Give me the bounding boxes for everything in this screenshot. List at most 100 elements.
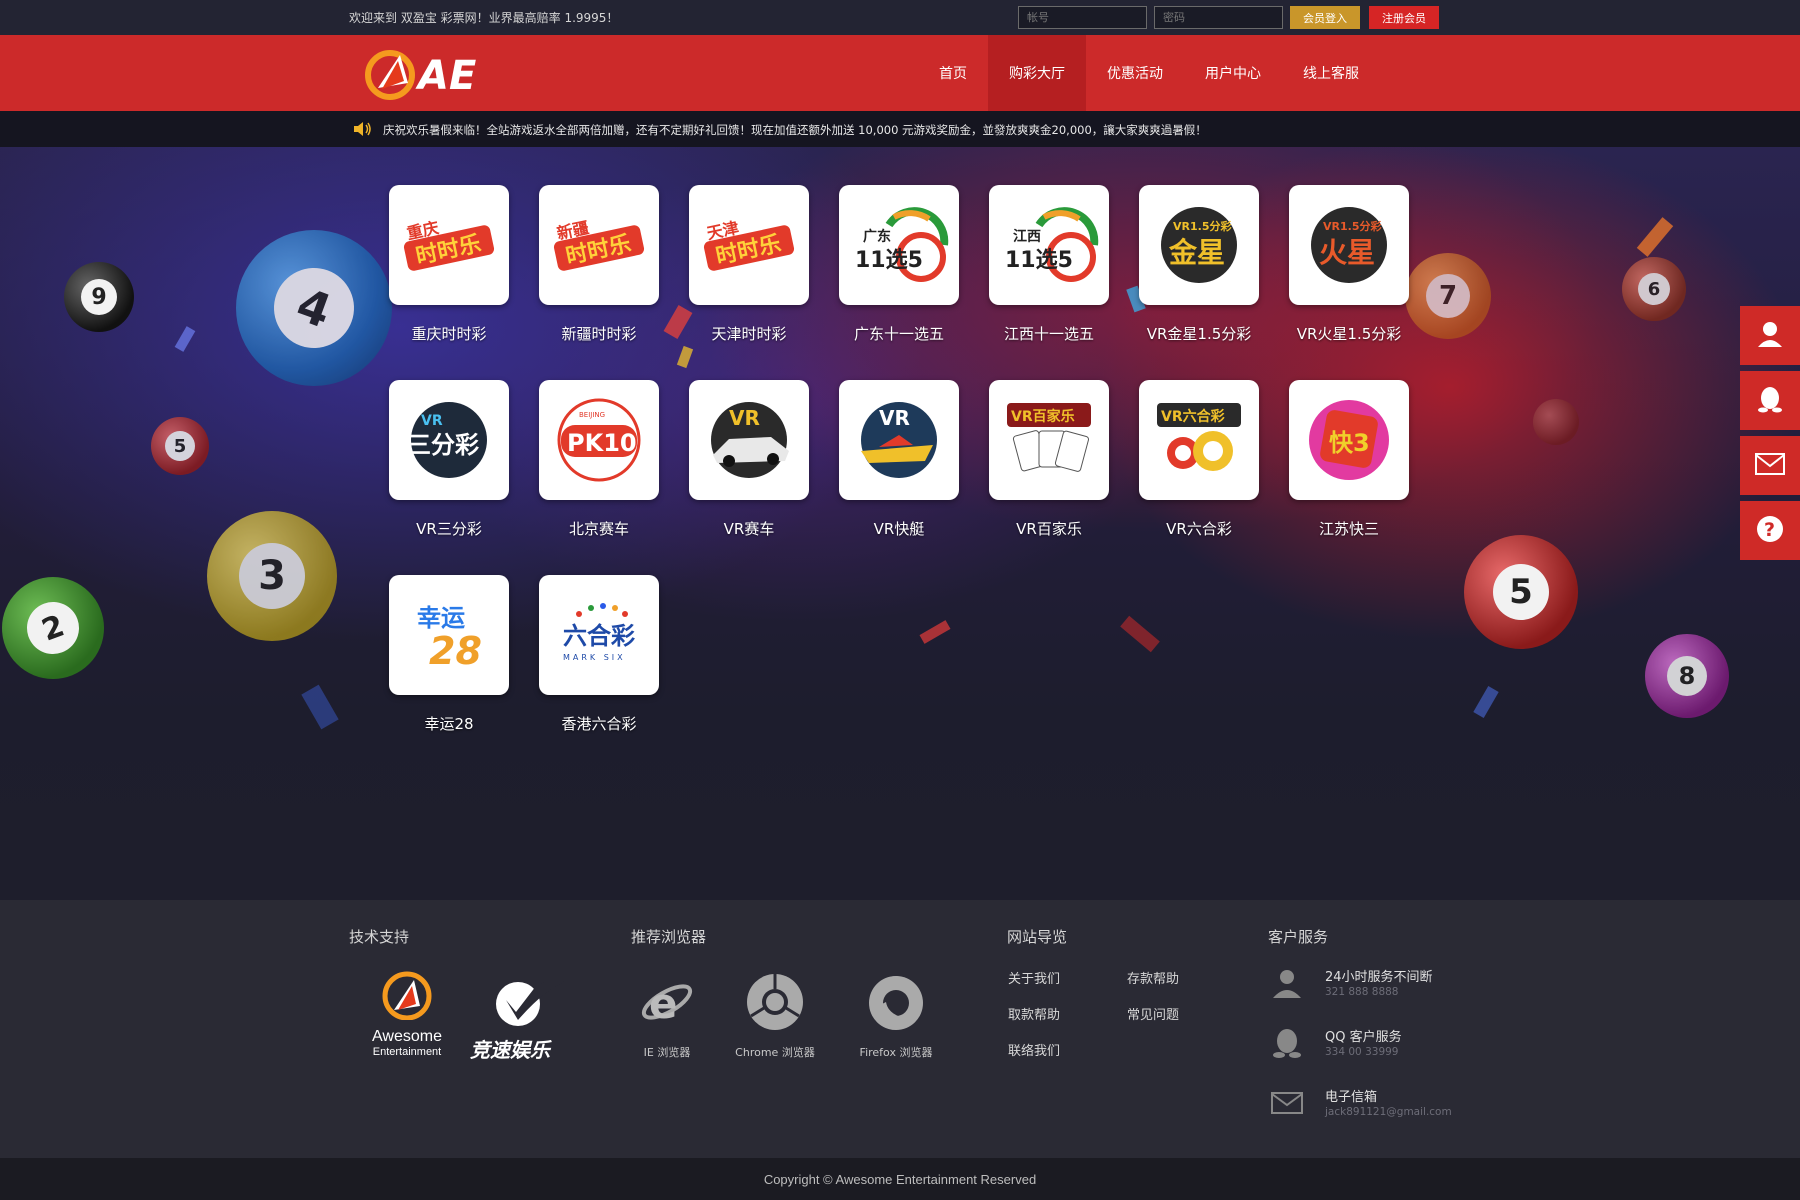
qq-icon <box>1270 1026 1304 1060</box>
link-deposit-help[interactable]: 存款帮助 <box>1127 968 1179 987</box>
top-bar: 欢迎来到 双盈宝 彩票网！业界最高赔率 1.9995！ 会员登入 注册会员 <box>0 0 1800 35</box>
decor-ball-icon <box>1533 399 1579 445</box>
footer: 技术支持 Awesome Entertainment 竞速娱乐 推荐浏览器 e … <box>0 900 1800 1158</box>
game-label: 天津时时彩 <box>711 325 787 343</box>
svg-text:11选5: 11选5 <box>855 248 923 273</box>
awesome-brand-name: Awesome <box>372 1028 442 1045</box>
site-nav-title: 网站导览 <box>1007 928 1068 946</box>
side-support-button[interactable] <box>1740 306 1800 365</box>
browsers-title: 推荐浏览器 <box>631 928 707 946</box>
confetti-decoration <box>1636 217 1674 257</box>
login-button[interactable]: 会员登入 <box>1290 6 1360 29</box>
svg-text:VR1.5分彩: VR1.5分彩 <box>1323 219 1381 233</box>
tech-support-title: 技术支持 <box>349 928 410 946</box>
decor-ball-icon: 4 <box>236 230 392 386</box>
svg-text:三分彩: 三分彩 <box>407 431 479 459</box>
nav-promotions[interactable]: 优惠活动 <box>1086 35 1184 111</box>
site-logo[interactable]: AE <box>360 43 490 103</box>
game-card-vr-marksix[interactable]: VR六合彩 VR六合彩 <box>1139 380 1259 539</box>
game-label: 新疆时时彩 <box>561 325 637 343</box>
user-icon <box>1755 319 1785 353</box>
header: AE 首页 购彩大厅 优惠活动 用户中心 线上客服 <box>0 35 1800 111</box>
game-label: 幸运28 <box>424 715 474 733</box>
game-card-vr-venus[interactable]: VR1.5分彩 金星 VR金星1.5分彩 <box>1139 185 1259 344</box>
game-label: VR火星1.5分彩 <box>1296 325 1402 343</box>
svg-text:VR百家乐: VR百家乐 <box>1011 408 1075 425</box>
user-icon <box>1270 966 1304 1000</box>
account-input[interactable] <box>1018 6 1147 29</box>
game-card-cqssc[interactable]: 重庆 时时乐 重庆时时彩 <box>389 185 509 344</box>
svg-text:MARK SIX: MARK SIX <box>563 653 626 662</box>
game-card-tjssc[interactable]: 天津 时时乐 天津时时彩 <box>689 185 809 344</box>
game-label: VR百家乐 <box>1016 520 1082 538</box>
svg-text:e: e <box>649 979 678 1028</box>
jingsu-brand-name: 竞速娱乐 <box>470 1038 550 1062</box>
svg-text:PK10: PK10 <box>567 429 637 457</box>
link-faq[interactable]: 常见问题 <box>1127 1004 1179 1023</box>
svg-text:广东: 广东 <box>863 228 891 245</box>
side-help-button[interactable]: ? <box>1740 501 1800 560</box>
confetti-decoration <box>676 345 694 369</box>
nav-online-support[interactable]: 线上客服 <box>1282 35 1380 111</box>
confetti-decoration <box>1473 686 1499 718</box>
svg-text:11选5: 11选5 <box>1005 248 1073 273</box>
decor-ball-icon: 5 <box>151 417 209 475</box>
welcome-text: 欢迎来到 双盈宝 彩票网！业界最高赔率 1.9995！ <box>349 11 619 25</box>
marksix-logo-icon: 六合彩 MARK SIX <box>539 575 659 695</box>
nav-home[interactable]: 首页 <box>918 35 988 111</box>
announcement-bar: 庆祝欢乐暑假来临！全站游戏返水全部两倍加赠，还有不定期好礼回馈！现在加值还额外加… <box>0 111 1800 147</box>
copyright-bar: Copyright © Awesome Entertainment Reserv… <box>0 1158 1800 1200</box>
k3-dice-logo-icon: 快3 <box>1289 380 1409 500</box>
game-card-xjssc[interactable]: 新疆 时时乐 新疆时时彩 <box>539 185 659 344</box>
confetti-decoration <box>301 684 339 730</box>
side-qq-button[interactable] <box>1740 371 1800 430</box>
game-card-jx11x5[interactable]: 江西 11选5 江西十一选五 <box>989 185 1109 344</box>
svg-text:VR1.5分彩: VR1.5分彩 <box>1173 219 1231 233</box>
service-value: 334 00 33999 <box>1325 1046 1399 1058</box>
nav-user-center[interactable]: 用户中心 <box>1184 35 1282 111</box>
game-card-vr-mars[interactable]: VR1.5分彩 火星 VR火星1.5分彩 <box>1289 185 1409 344</box>
game-card-jsk3[interactable]: 快3 江苏快三 <box>1289 380 1409 539</box>
decor-ball-icon: 8 <box>1645 634 1729 718</box>
game-card-hk-marksix[interactable]: 六合彩 MARK SIX 香港六合彩 <box>539 575 659 734</box>
link-withdraw-help[interactable]: 取款帮助 <box>1008 1004 1060 1023</box>
copyright-text: Copyright © Awesome Entertainment Reserv… <box>763 1171 1037 1187</box>
game-card-lucky28[interactable]: 幸运 28 幸运28 <box>389 575 509 734</box>
game-label: 江西十一选五 <box>1003 325 1094 343</box>
game-card-vr-boat[interactable]: VR VR快艇 <box>839 380 959 539</box>
game-card-vr-3min[interactable]: VR 三分彩 VR三分彩 <box>389 380 509 539</box>
browser-firefox-link[interactable]: Firefox 浏览器 <box>851 972 941 1060</box>
decor-ball-icon: 3 <box>207 511 337 641</box>
confetti-decoration <box>1120 615 1160 653</box>
vr-mars-logo-icon: VR1.5分彩 火星 <box>1289 185 1409 305</box>
ie-icon: e <box>637 972 697 1032</box>
browser-ie-link[interactable]: e IE 浏览器 <box>622 972 712 1060</box>
11x5-logo-icon: 江西 11选5 <box>989 185 1109 305</box>
password-input[interactable] <box>1154 6 1283 29</box>
service-title: QQ 客户服务 <box>1325 1030 1402 1045</box>
chrome-icon <box>745 972 805 1032</box>
game-label: VR三分彩 <box>416 520 482 538</box>
svg-text:金星: 金星 <box>1168 236 1225 269</box>
register-button[interactable]: 注册会员 <box>1369 6 1439 29</box>
mail-icon <box>1270 1086 1304 1120</box>
nav-lottery-hall[interactable]: 购彩大厅 <box>988 35 1086 111</box>
game-card-vr-baccarat[interactable]: VR百家乐 VR百家乐 <box>989 380 1109 539</box>
game-label: VR金星1.5分彩 <box>1146 325 1252 343</box>
game-label: VR六合彩 <box>1166 520 1232 538</box>
game-card-gd11x5[interactable]: 广东 11选5 广东十一选五 <box>839 185 959 344</box>
link-about-us[interactable]: 关于我们 <box>1008 968 1060 987</box>
game-label: 广东十一选五 <box>853 325 944 343</box>
shishicai-logo-icon: 新疆 时时乐 <box>539 185 659 305</box>
decor-ball-icon: 7 <box>1405 253 1491 339</box>
side-mail-button[interactable] <box>1740 436 1800 495</box>
link-contact-us[interactable]: 联络我们 <box>1008 1040 1060 1059</box>
decor-ball-icon: 5 <box>1464 535 1578 649</box>
browser-chrome-link[interactable]: Chrome 浏览器 <box>730 972 820 1060</box>
game-card-vr-racing[interactable]: VR VR赛车 <box>689 380 809 539</box>
game-card-bjpk10[interactable]: BEIJING PK10 北京赛车 <box>539 380 659 539</box>
help-icon: ? <box>1755 514 1785 548</box>
svg-text:?: ? <box>1764 519 1775 541</box>
announcement-text: 庆祝欢乐暑假来临！全站游戏返水全部两倍加赠，还有不定期好礼回馈！现在加值还额外加… <box>383 123 1207 137</box>
game-label: VR赛车 <box>723 520 775 538</box>
